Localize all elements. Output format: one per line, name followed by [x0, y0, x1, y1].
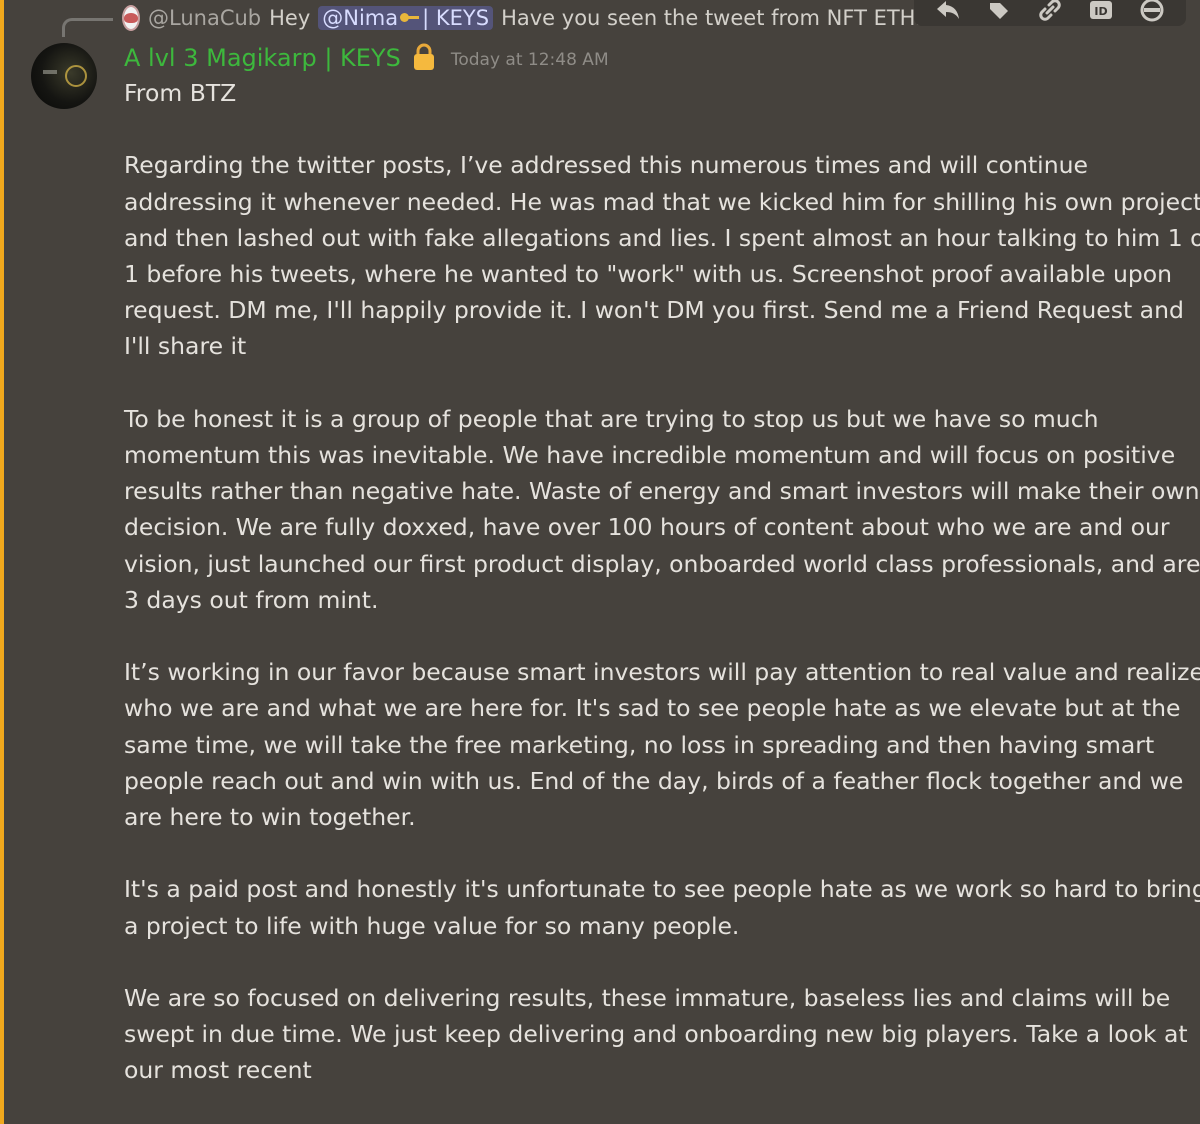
reply-author-avatar[interactable] [122, 5, 140, 31]
message-line: decision. We are fully doxxed, have over… [124, 513, 1170, 542]
message-line: same time, we will take the free marketi… [124, 730, 1155, 759]
message-content: From BTZ Regarding the twitter posts, I’v… [124, 75, 1200, 1124]
reply-icon[interactable] [932, 0, 964, 23]
message-line: It’s working in our favor because smart … [124, 658, 1200, 687]
message-timestamp[interactable]: Today at 12:48 AM [451, 50, 609, 70]
message-line: vision, just launched our first product … [124, 549, 1200, 578]
message-line: request. DM me, I'll happily provide it.… [124, 296, 1184, 325]
message-paragraph: To be honest it is a group of people tha… [124, 401, 1200, 618]
mention-name: @Nima [322, 6, 399, 30]
message-line: momentum this was inevitable. We have in… [124, 441, 1176, 469]
message-line: 1 before his tweets, where he wanted to … [124, 260, 1173, 288]
message-paragraph: From BTZ [124, 75, 1124, 111]
message-line: Regarding the twitter posts, I’ve addres… [124, 151, 1088, 180]
reply-preview[interactable]: @LunaCub Hey @Nima | KEYS Have you seen … [122, 3, 922, 33]
message-paragraph: Regarding the twitter posts, I’ve addres… [124, 147, 1200, 364]
message-line: To be honest it is a group of people tha… [124, 404, 1099, 433]
copy-link-icon[interactable] [1034, 0, 1066, 23]
message-line: results rather than negative hate. Waste… [124, 477, 1200, 506]
highlight-accent-bar [0, 0, 4, 1124]
lock-icon [411, 42, 437, 76]
key-icon [400, 12, 420, 24]
message-line: a project to life with huge value for so… [124, 911, 740, 940]
message-line: I'll share it [124, 332, 247, 361]
message-actions-toolbar: ID [914, 0, 1186, 26]
message-line: who we are and what we are here for. It'… [124, 694, 1181, 723]
message-line: and then lashed out with fake allegation… [124, 223, 1200, 252]
message-line: swept in due time. We just keep deliveri… [124, 1020, 1188, 1049]
svg-text:ID: ID [1095, 5, 1108, 18]
message-header: A lvl 3 Magikarp | KEYS Today at 12:48 A… [124, 40, 609, 76]
message-line: 3 days out from mint. [124, 585, 379, 614]
message-paragraph: We are so focused on delivering results,… [124, 980, 1188, 1089]
message-paragraph: It’s working in our favor because smart … [124, 654, 1200, 835]
copy-id-icon[interactable]: ID [1085, 0, 1117, 23]
reply-author-name[interactable]: @LunaCub [148, 6, 261, 30]
message-line: people reach out and win with us. End of… [124, 766, 1184, 795]
reply-connector [62, 18, 113, 37]
message-line: addressing it whenever needed. He was ma… [124, 187, 1200, 216]
message-line: We are so focused on delivering results,… [124, 984, 1171, 1012]
reply-prefix: Hey [269, 6, 311, 30]
more-icon[interactable] [1136, 0, 1168, 23]
message-paragraph: It's a paid post and honestly it's unfor… [124, 871, 1200, 943]
message-line: our most recent [124, 1056, 312, 1085]
author-name[interactable]: A lvl 3 Magikarp | KEYS [124, 44, 401, 72]
user-mention[interactable]: @Nima | KEYS [318, 6, 494, 30]
author-avatar[interactable] [31, 43, 97, 109]
bookmark-icon[interactable] [983, 0, 1015, 23]
message-line: are here to win together. [124, 803, 416, 832]
message-line: It's a paid post and honestly it's unfor… [124, 875, 1200, 904]
message-line: From BTZ [124, 79, 237, 107]
mention-suffix: | KEYS [422, 6, 490, 30]
reply-text: Have you seen the tweet from NFT ETHICS?… [501, 6, 922, 30]
